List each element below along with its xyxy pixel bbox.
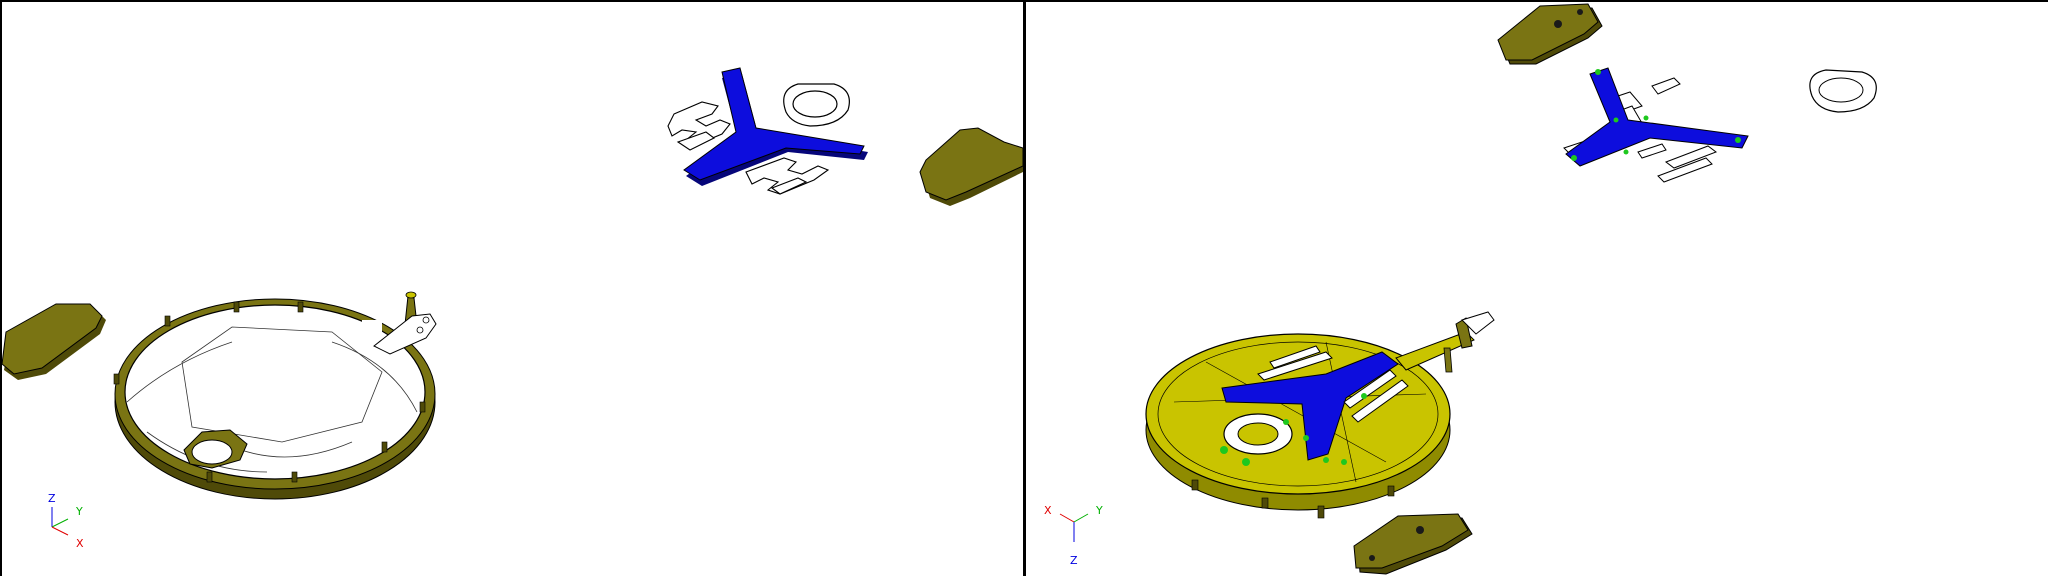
left-viewport-canvas[interactable]: Z Y X [2,2,1023,576]
triad-label-x: X [1044,504,1052,517]
right-viewport[interactable]: X Y Z [1026,2,2048,576]
triad-label-z: Z [48,492,56,505]
ring-housing-part[interactable] [113,291,437,500]
left-viewport[interactable]: Z Y X [2,2,1023,576]
olive-pad-part-bottom[interactable] [1353,513,1473,575]
xyz-orientation-triad-icon: Z Y X [48,492,84,550]
disc-assembly[interactable] [1145,311,1495,519]
triad-label-z: Z [1070,554,1078,567]
triad-label-y: Y [75,505,83,518]
cad-graphics-window: Z Y X X Y Z [0,0,2048,576]
xyz-orientation-triad-icon: X Y Z [1044,504,1103,567]
ring-washer-part[interactable] [783,83,850,127]
olive-pad-part-top[interactable] [1497,3,1603,65]
triad-label-y: Y [1095,504,1103,517]
olive-pad-part-left[interactable] [2,303,106,380]
triad-label-x: X [76,537,84,550]
olive-pad-part-right[interactable] [919,127,1023,206]
right-viewport-canvas[interactable]: X Y Z [1026,2,2048,576]
exploded-y-bracket-group[interactable] [1563,67,1877,183]
